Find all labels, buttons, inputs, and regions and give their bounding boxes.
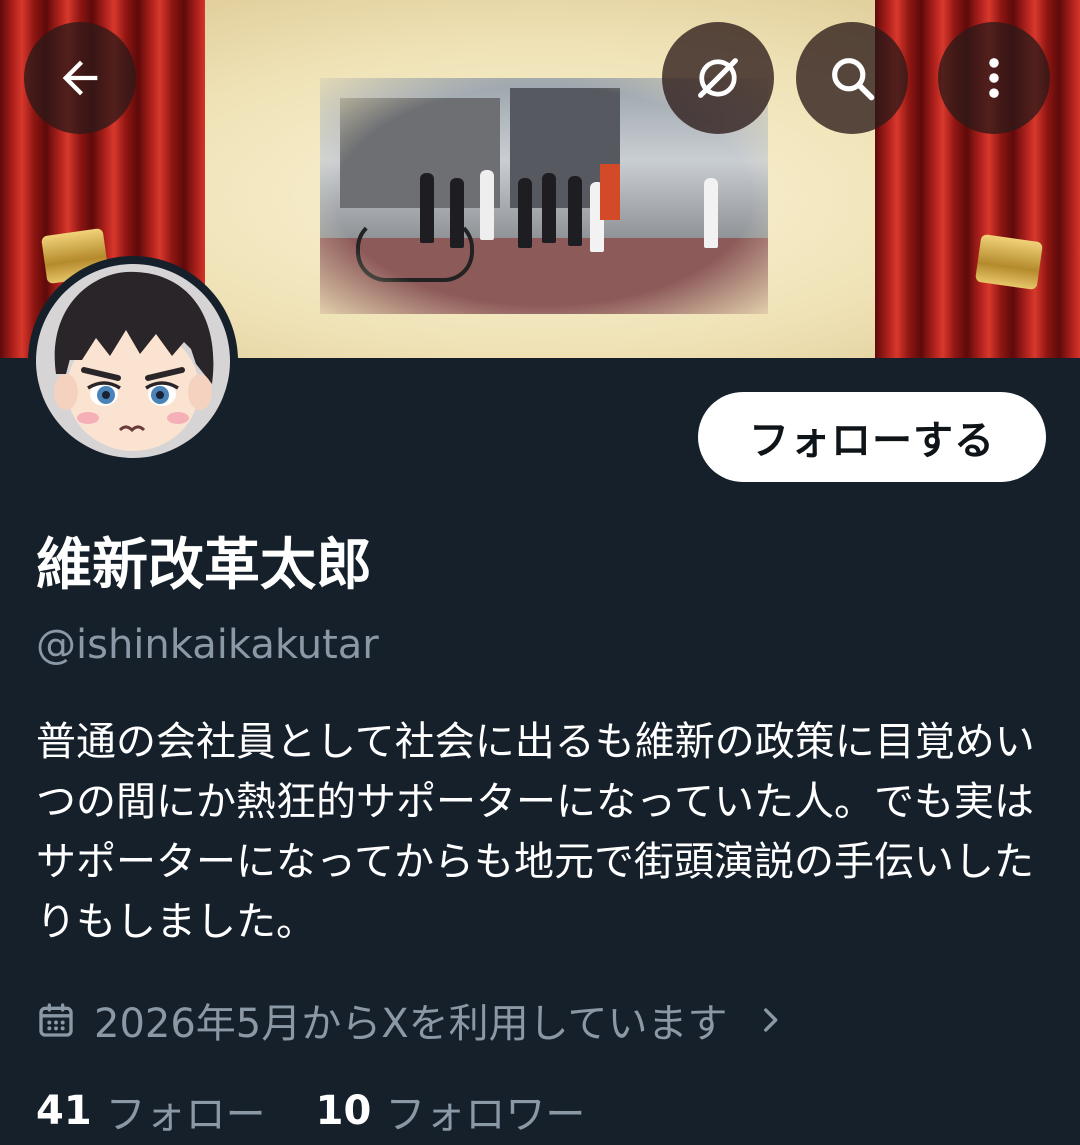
followers-link[interactable]: 10 フォロワー bbox=[316, 1082, 586, 1140]
search-icon bbox=[832, 58, 875, 101]
joined-date-text: 2026年5月からXを利用しています bbox=[94, 1001, 728, 1047]
display-name: 維新改革太郎 bbox=[36, 533, 372, 598]
follow-stats: 41 フォロー 10 フォロワー bbox=[36, 1082, 585, 1140]
chevron-right-icon bbox=[764, 1008, 778, 1032]
followers-count: 10 bbox=[315, 1088, 372, 1134]
more-vertical-icon bbox=[989, 58, 999, 98]
calendar-icon bbox=[39, 1003, 73, 1037]
followers-label: フォロワー bbox=[385, 1092, 586, 1138]
profile-bio: 普通の会社員として社会に出るも維新の政策に目覚めいつの間にか熱狂的サポーターにな… bbox=[36, 719, 1035, 945]
grok-button[interactable] bbox=[662, 22, 774, 134]
grok-icon bbox=[698, 58, 738, 98]
avatar[interactable] bbox=[28, 256, 238, 466]
following-link[interactable]: 41 フォロー bbox=[36, 1082, 266, 1140]
back-button[interactable] bbox=[24, 22, 136, 134]
following-count: 41 bbox=[36, 1088, 92, 1134]
following-label: フォロー bbox=[105, 1092, 266, 1138]
more-options-button[interactable] bbox=[938, 22, 1050, 134]
curtain-tieback-right bbox=[974, 233, 1044, 291]
avatar-image bbox=[36, 264, 230, 458]
profile-handle: @ishinkaikakutar bbox=[36, 622, 379, 668]
follow-button[interactable]: フォローする bbox=[698, 392, 1046, 482]
arrow-left-icon bbox=[62, 60, 98, 96]
joined-date-row[interactable]: 2026年5月からXを利用しています bbox=[36, 990, 787, 1050]
search-button[interactable] bbox=[796, 22, 908, 134]
